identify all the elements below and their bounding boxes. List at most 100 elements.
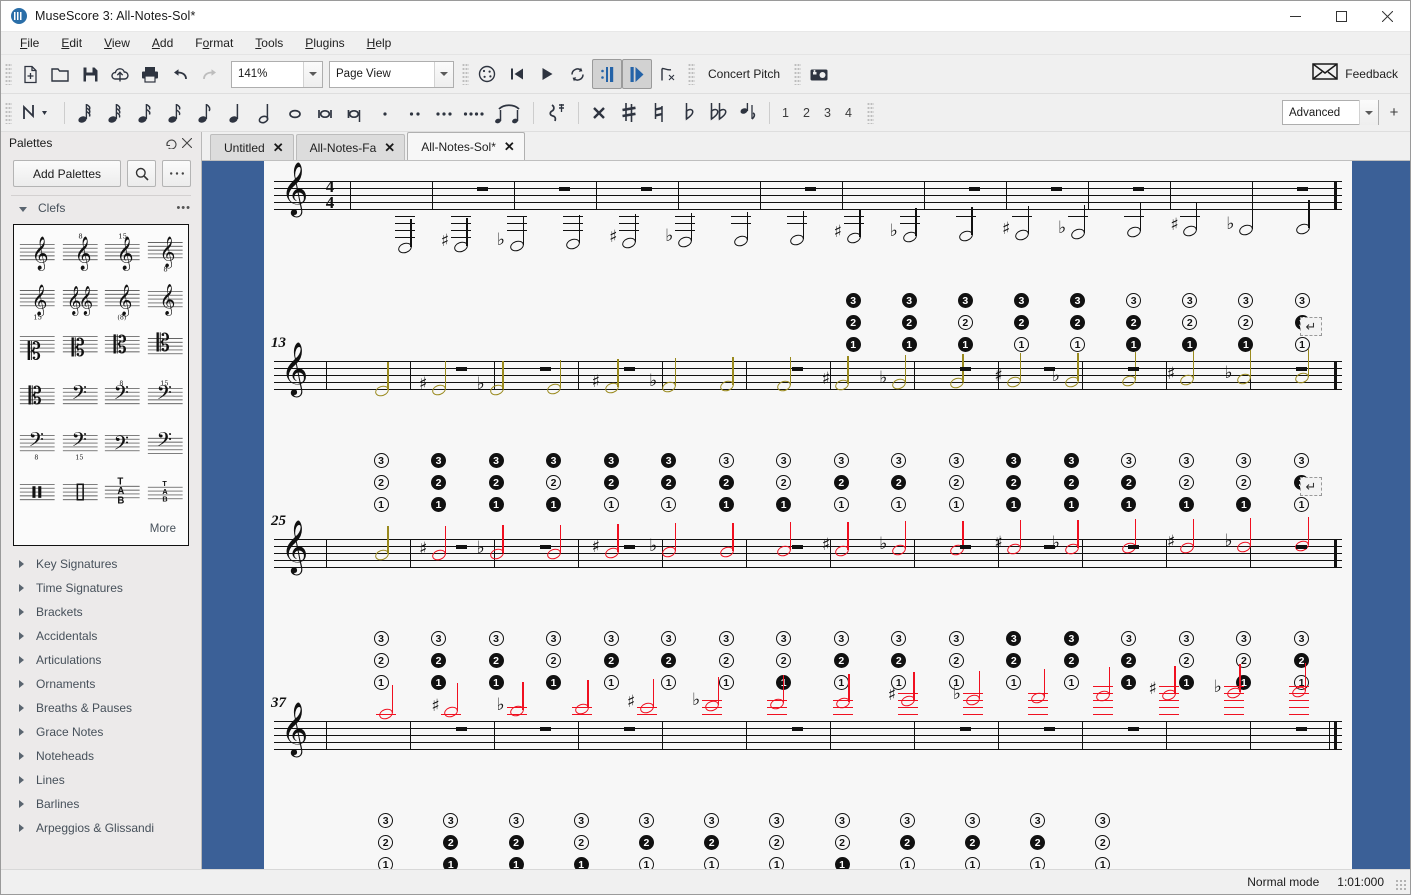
measure-rest[interactable]: [792, 367, 804, 371]
triple-augmentation-dot-button[interactable]: [430, 98, 460, 128]
fingering-3[interactable]: 3: [834, 813, 850, 828]
fingering-3[interactable]: 3: [769, 813, 785, 828]
close-button[interactable]: [1364, 1, 1410, 32]
barline[interactable]: [326, 361, 327, 389]
barline[interactable]: [578, 721, 579, 749]
fingering-3[interactable]: 3: [661, 631, 677, 646]
fingering-1[interactable]: 1: [845, 337, 861, 352]
fingering-2[interactable]: 2: [443, 835, 459, 850]
fingering-1[interactable]: 1: [776, 497, 792, 512]
fingering-2[interactable]: 2: [431, 653, 447, 668]
flat-accidental[interactable]: ♭: [665, 228, 673, 245]
fingering-1[interactable]: 1: [957, 337, 973, 352]
fingering-3[interactable]: 3: [957, 293, 973, 308]
measure-rest[interactable]: [792, 545, 804, 549]
fingering-3[interactable]: 3: [1236, 631, 1252, 646]
fingering-2[interactable]: 2: [1006, 475, 1022, 490]
fingering-1[interactable]: 1: [661, 675, 677, 690]
fingering-1[interactable]: 1: [1030, 857, 1046, 869]
fingering-2[interactable]: 2: [833, 475, 849, 490]
line-break-marker[interactable]: ↵: [1300, 477, 1322, 496]
duration-longa-button[interactable]: [340, 98, 370, 128]
add-palettes-button[interactable]: Add Palettes: [13, 160, 121, 187]
more-dots-icon[interactable]: [162, 160, 191, 187]
fingering-3[interactable]: 3: [546, 631, 562, 646]
fingering-3[interactable]: 3: [1236, 453, 1252, 468]
measure-rest[interactable]: [624, 545, 636, 549]
barline[interactable]: [678, 181, 679, 209]
toolbar-grip[interactable]: [5, 63, 12, 85]
flat-accidental[interactable]: ♭: [953, 685, 961, 703]
fingering-2[interactable]: 2: [704, 835, 720, 850]
undo-button[interactable]: [165, 59, 195, 89]
measure-rest[interactable]: [559, 187, 571, 191]
palette-cell-subbass-clef[interactable]: 𝄢: [144, 421, 187, 469]
barline[interactable]: [494, 721, 495, 749]
sharp-accidental[interactable]: ♯: [888, 687, 896, 704]
fingering-1[interactable]: 1: [718, 675, 734, 690]
palette-cell-treble-clef[interactable]: 𝄞: [16, 229, 59, 277]
fingering-2[interactable]: 2: [1030, 835, 1046, 850]
menu-file[interactable]: File: [9, 33, 50, 53]
barline[interactable]: [1170, 181, 1171, 209]
notehead[interactable]: [845, 231, 862, 246]
fingering-1[interactable]: 1: [899, 857, 915, 869]
fingering-3[interactable]: 3: [378, 813, 394, 828]
sharp-accidental[interactable]: ♯: [1170, 217, 1178, 234]
fingering-3[interactable]: 3: [901, 293, 917, 308]
barline[interactable]: [914, 721, 915, 749]
sharp-accidental[interactable]: ♯: [441, 232, 449, 250]
notehead[interactable]: [957, 228, 975, 244]
fingering-3[interactable]: 3: [573, 813, 589, 828]
flat-accidental[interactable]: ♭: [1226, 216, 1234, 233]
menu-view[interactable]: View: [93, 33, 141, 53]
notehead[interactable]: [564, 237, 582, 252]
playback-toolbar-grip[interactable]: [462, 63, 469, 85]
measure-rest[interactable]: [624, 367, 636, 371]
fingering-2[interactable]: 2: [373, 653, 389, 668]
tie-button[interactable]: [490, 98, 528, 128]
fingering-2[interactable]: 2: [1070, 315, 1086, 330]
measure-rest[interactable]: [1044, 367, 1056, 371]
fingering-1[interactable]: 1: [1178, 675, 1194, 690]
measure-rest[interactable]: [1297, 187, 1309, 191]
measure-rest[interactable]: [540, 545, 552, 549]
flat-button[interactable]: [674, 98, 704, 128]
barline[interactable]: [1088, 181, 1089, 209]
chevron-down-icon[interactable]: [434, 61, 453, 87]
fingering-3[interactable]: 3: [1182, 293, 1198, 308]
fingering-1[interactable]: 1: [661, 497, 677, 512]
fingering-3[interactable]: 3: [431, 453, 447, 468]
measure-rest[interactable]: [1044, 727, 1056, 731]
fingering-3[interactable]: 3: [776, 631, 792, 646]
palette-cell-treble-8va-clef[interactable]: 𝄞 8: [59, 229, 102, 277]
measure-rest[interactable]: [1128, 727, 1140, 731]
measure-rest[interactable]: [1133, 187, 1145, 191]
sharp-button[interactable]: [614, 98, 644, 128]
concert-pitch-grip[interactable]: [688, 63, 695, 85]
play-repeats-button[interactable]: [592, 59, 622, 89]
menu-tools[interactable]: Tools: [244, 33, 294, 53]
voices-grip[interactable]: [867, 101, 874, 124]
fingering-2[interactable]: 2: [1006, 653, 1022, 668]
fingering-2[interactable]: 2: [488, 475, 504, 490]
flat-accidental[interactable]: ♭: [649, 373, 657, 390]
fingering-2[interactable]: 2: [1178, 475, 1194, 490]
fingering-3[interactable]: 3: [1070, 293, 1086, 308]
fingering-3[interactable]: 3: [431, 631, 447, 646]
fingering-2[interactable]: 2: [488, 653, 504, 668]
barline[interactable]: [760, 181, 761, 209]
fingering-2[interactable]: 2: [964, 835, 980, 850]
fingering-2[interactable]: 2: [833, 653, 849, 668]
palette-section-ornaments[interactable]: Ornaments: [1, 672, 201, 696]
fingering-2[interactable]: 2: [891, 653, 907, 668]
fingering-1[interactable]: 1: [508, 857, 524, 869]
fingering-2[interactable]: 2: [1063, 475, 1079, 490]
voice-3-button[interactable]: 3: [817, 106, 838, 120]
palette-cell-alto-clef-line4[interactable]: 𝄡: [144, 325, 187, 373]
fingering-2[interactable]: 2: [891, 475, 907, 490]
palette-cell-bass-8vb-clef[interactable]: 𝄢 8: [16, 421, 59, 469]
fingering-2[interactable]: 2: [1121, 653, 1137, 668]
concert-pitch-button[interactable]: Concert Pitch: [698, 67, 790, 81]
palette-cell-percussion-clef-2[interactable]: [59, 469, 102, 517]
